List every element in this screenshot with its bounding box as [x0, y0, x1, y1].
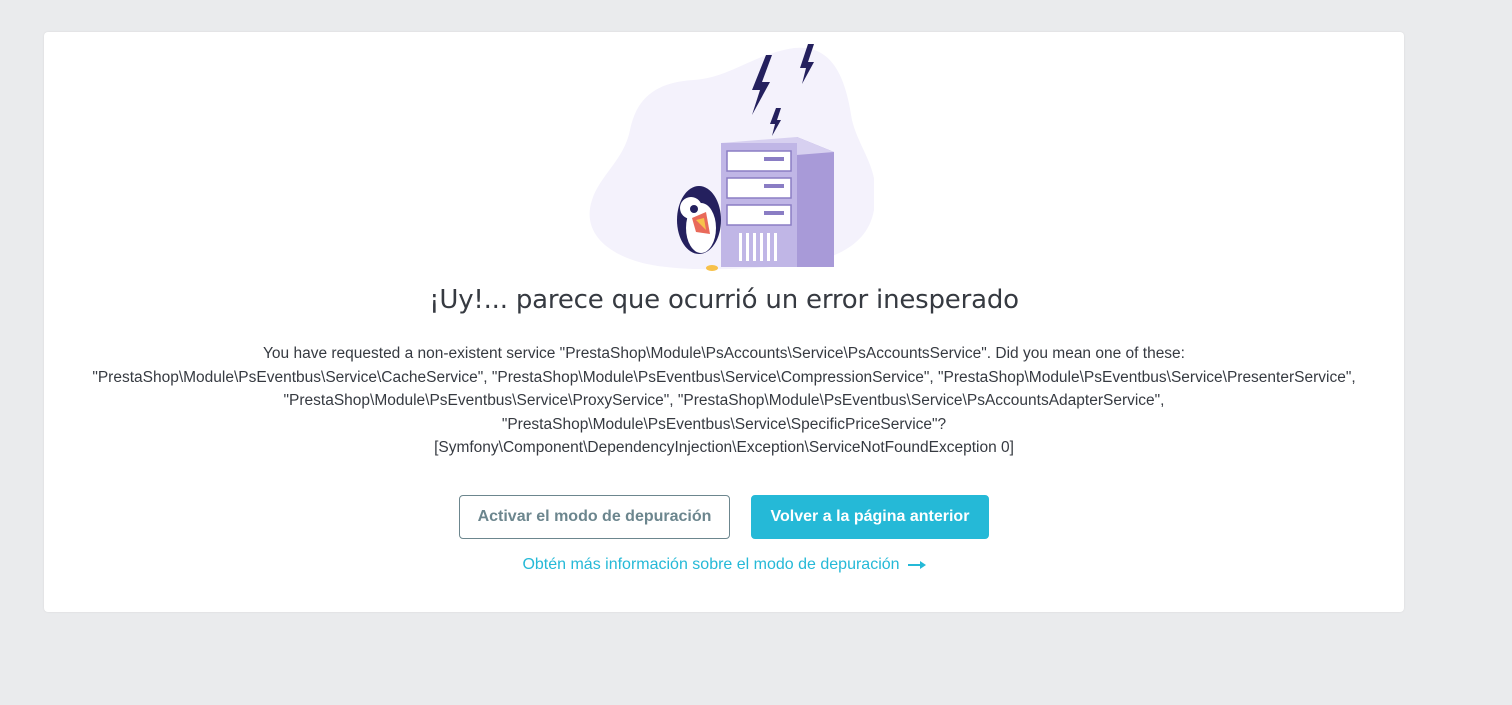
error-card: ¡Uy!... parece que ocurrió un error ines… [44, 32, 1404, 612]
arrow-right-icon [907, 560, 926, 569]
go-back-button[interactable]: Volver a la página anterior [751, 495, 989, 539]
error-message: You have requested a non-existent servic… [92, 345, 1356, 456]
debug-info-link-label: Obtén más información sobre el modo de d… [522, 556, 900, 573]
server-side [797, 137, 834, 267]
debug-info-link[interactable]: Obtén más información sobre el modo de d… [44, 556, 1404, 574]
enable-debug-mode-button[interactable]: Activar el modo de depuración [459, 495, 730, 539]
page-title: ¡Uy!... parece que ocurrió un error ines… [429, 285, 1019, 315]
server-error-illustration [589, 44, 874, 271]
